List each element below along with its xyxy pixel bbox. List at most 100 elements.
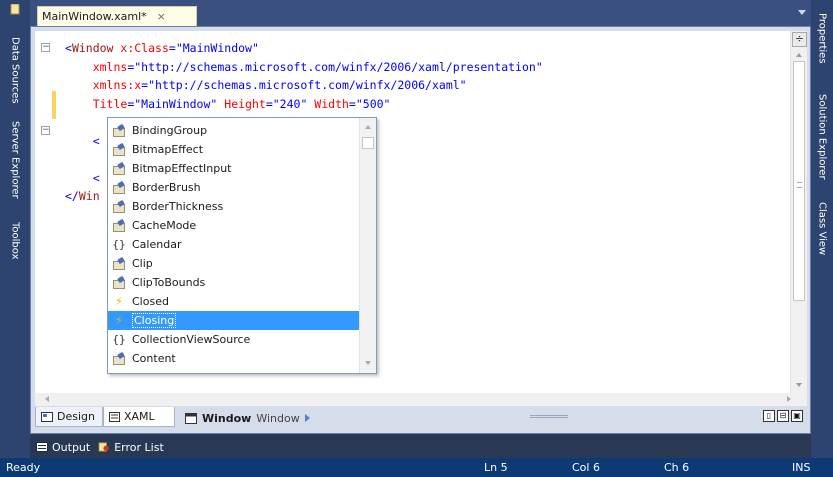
solution-icon-button[interactable] <box>0 4 30 18</box>
completion-item[interactable]: Content <box>108 349 360 368</box>
status-char: Ch 6 <box>664 461 690 474</box>
code-token: < <box>65 41 72 55</box>
design-view-icon <box>41 411 53 422</box>
xaml-view-icon <box>109 411 120 422</box>
code-line: xmlns:x="http://schemas.microsoft.com/wi… <box>65 76 543 95</box>
collapse-icon[interactable]: − <box>41 126 50 135</box>
horizontal-split-icon[interactable]: ⊟ <box>777 410 789 422</box>
code-token: "240" <box>272 96 308 111</box>
left-dock-strip: Data Sources Server Explorer Toolbox <box>0 0 30 458</box>
completion-item[interactable]: Clip <box>108 254 360 273</box>
scroll-left-icon[interactable] <box>45 396 49 402</box>
breadcrumb[interactable]: Window Window <box>185 409 310 427</box>
completion-item[interactable]: {} ContentElement <box>108 368 360 373</box>
tab-xaml[interactable]: XAML <box>103 407 175 427</box>
completion-item-label: BitmapEffect <box>132 143 204 156</box>
completion-items: BindingGroup BitmapEffect BitmapEffectInpu… <box>108 121 360 373</box>
document-tab-strip: MainWindow.xaml* × <box>30 0 811 26</box>
status-insert-mode: INS <box>792 461 811 474</box>
completion-item[interactable]: BorderBrush <box>108 178 360 197</box>
layout-buttons: ▯ ⊟ ▣ <box>763 410 803 422</box>
code-token: = <box>168 41 176 55</box>
property-icon <box>112 220 126 232</box>
scroll-down-icon[interactable] <box>796 383 802 387</box>
tab-error-list[interactable]: Error List <box>98 441 164 454</box>
completion-item[interactable]: {} Calendar <box>108 235 360 254</box>
class-icon: {} <box>112 238 126 251</box>
element-icon <box>185 412 197 424</box>
dock-tab-label: Solution Explorer <box>816 94 828 180</box>
scroll-up-icon[interactable] <box>365 125 371 129</box>
completion-item[interactable]: BitmapEffect <box>108 140 360 159</box>
code-token: Title <box>65 96 128 111</box>
dock-tab-class-view[interactable]: Class View <box>811 196 833 262</box>
tab-output[interactable]: Output <box>36 441 90 454</box>
intellisense-completion-list[interactable]: BindingGroup BitmapEffect BitmapEffectInpu… <box>107 117 377 374</box>
dock-tab-label: Server Explorer <box>9 121 21 199</box>
completion-item-label: Clip <box>132 257 153 270</box>
dock-tab-server-explorer[interactable]: Server Explorer <box>0 110 30 210</box>
completion-item[interactable]: BindingGroup <box>108 121 360 140</box>
code-token: Height <box>217 96 266 111</box>
status-column: Col 6 <box>572 461 600 474</box>
breadcrumb-type: Window <box>256 411 300 425</box>
completion-item[interactable]: ⚡ Closed <box>108 292 360 311</box>
property-icon <box>112 353 126 365</box>
document-tab-mainwindow[interactable]: MainWindow.xaml* × <box>37 6 197 26</box>
dock-tab-data-sources[interactable]: Data Sources <box>0 30 30 110</box>
chevron-down-icon[interactable] <box>798 10 806 15</box>
collapse-icon[interactable]: − <box>41 43 50 52</box>
change-marker <box>52 91 56 119</box>
completion-item[interactable]: ClipToBounds <box>108 273 360 292</box>
dock-tab-label: Properties <box>816 12 828 64</box>
completion-item-label: BorderThickness <box>132 200 224 213</box>
split-editor-button[interactable]: ÷ <box>792 32 807 47</box>
code-token: "MainWindow" <box>134 96 218 111</box>
completion-item[interactable]: {} CollectionViewSource <box>108 330 360 349</box>
completion-item[interactable]: BitmapEffectInput <box>108 159 360 178</box>
vertical-scrollbar[interactable]: ÷ <box>790 31 807 393</box>
dock-tab-label: Class View <box>816 202 828 256</box>
tab-design[interactable]: Design <box>35 407 103 427</box>
dock-tab-solution-explorer[interactable]: Solution Explorer <box>811 82 833 192</box>
class-icon: {} <box>112 333 126 346</box>
vertical-split-icon[interactable]: ▯ <box>763 410 775 422</box>
document-icon <box>10 4 19 15</box>
code-line: xmlns="http://schemas.microsoft.com/winf… <box>65 58 543 77</box>
completion-item[interactable]: ⚡ Closing <box>108 311 360 330</box>
code-token: </ <box>65 189 79 203</box>
completion-scrollbar[interactable] <box>359 118 376 373</box>
completion-item[interactable]: BorderThickness <box>108 197 360 216</box>
dock-tab-toolbox[interactable]: Toolbox <box>0 212 30 270</box>
collapse-pane-icon[interactable]: ▣ <box>791 410 803 422</box>
property-icon <box>112 163 126 175</box>
splitter-grip[interactable] <box>530 415 568 418</box>
completion-item-label: Calendar <box>132 238 182 251</box>
code-token: "http://schemas.microsoft.com/winfx/2006… <box>148 78 467 92</box>
class-icon: {} <box>112 371 126 373</box>
editor-gutter: − − <box>35 31 59 393</box>
property-icon <box>112 258 126 270</box>
tab-xaml-label: XAML <box>124 410 155 423</box>
chevron-right-icon[interactable] <box>304 414 310 422</box>
scroll-thumb[interactable] <box>362 137 374 149</box>
breadcrumb-element[interactable]: Window <box>202 412 251 425</box>
code-token: xmlns:x <box>65 78 142 92</box>
code-token: Width <box>307 96 349 111</box>
property-icon <box>112 277 126 289</box>
completion-item-label: ContentElement <box>132 371 221 373</box>
event-icon: ⚡ <box>115 314 123 327</box>
dock-tab-properties[interactable]: Properties <box>811 2 833 74</box>
completion-item[interactable]: CacheMode <box>108 216 360 235</box>
scroll-thumb[interactable] <box>793 61 805 301</box>
code-token: x:Class <box>113 41 169 55</box>
horizontal-scrollbar[interactable] <box>35 393 807 406</box>
scroll-up-icon[interactable] <box>796 53 802 57</box>
completion-item-label: CollectionViewSource <box>132 333 251 346</box>
scroll-down-icon[interactable] <box>365 361 371 365</box>
scroll-right-icon[interactable] <box>787 396 791 402</box>
close-icon[interactable]: × <box>157 10 166 23</box>
code-line: Title="MainWindow" Height="240" Width="5… <box>65 95 543 114</box>
property-icon <box>112 125 126 137</box>
property-icon <box>112 182 126 194</box>
